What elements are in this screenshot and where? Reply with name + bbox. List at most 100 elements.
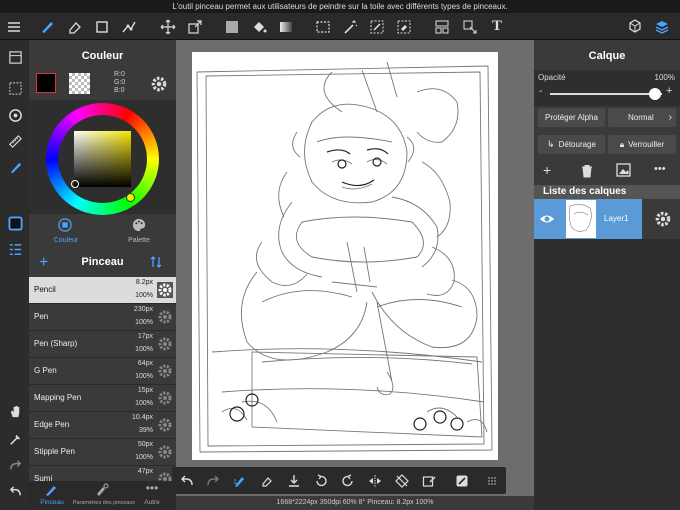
fill-color-icon[interactable] [221, 13, 243, 40]
brush-opacity: 100% [135, 319, 153, 326]
grip-icon[interactable] [480, 467, 504, 494]
brush-settings-gear-icon[interactable] [157, 444, 173, 460]
quick-redo-icon[interactable] [201, 467, 225, 494]
delete-layer-icon[interactable] [580, 164, 594, 178]
eraser-tool-icon[interactable] [64, 13, 86, 40]
color-settings-gear-icon[interactable] [150, 75, 168, 93]
navigator-icon[interactable] [4, 46, 26, 68]
brush-size: 47px [137, 468, 153, 475]
blend-mode-label: Normal [628, 113, 654, 122]
canvas-page[interactable] [192, 52, 498, 460]
brush-row[interactable]: Mapping Pen 15px 100% [29, 385, 176, 412]
quick-eraser-icon[interactable] [255, 467, 279, 494]
bucket-tool-icon[interactable] [248, 13, 270, 40]
selection-eraser-icon[interactable] [393, 13, 415, 40]
opacity-slider-thumb[interactable] [649, 88, 661, 100]
brush-panel: + Pinceau Pencil 8.2px 100% Pen 230px 100% Pen… [29, 247, 176, 510]
brush-settings-gear-icon[interactable] [157, 282, 173, 298]
quick-undo-icon[interactable] [175, 467, 199, 494]
brush-settings-gear-icon[interactable] [157, 363, 173, 379]
hand-tool-icon[interactable] [4, 400, 26, 422]
brush-settings-gear-icon[interactable] [157, 417, 173, 433]
palette-tab-label[interactable]: Palette [118, 237, 160, 244]
brush-opacity: 39% [138, 427, 153, 434]
undo-icon[interactable] [4, 480, 26, 502]
selection-pen-icon[interactable] [366, 13, 388, 40]
reset-view-icon[interactable] [390, 467, 414, 494]
select-layer-icon[interactable] [459, 13, 481, 40]
frame-divider-icon[interactable] [431, 13, 453, 40]
eyedropper-icon[interactable] [4, 428, 26, 450]
brush-settings-gear-icon[interactable] [157, 471, 173, 481]
clipping-button[interactable]: ↳ Détourage [538, 135, 605, 154]
brush-settings-gear-icon[interactable] [157, 390, 173, 406]
primary-color-swatch[interactable] [36, 73, 56, 93]
brush-settings-gear-icon[interactable] [157, 309, 173, 325]
brush-settings-gear-icon[interactable] [157, 336, 173, 352]
rectangle-tool-icon[interactable] [91, 13, 113, 40]
blend-mode-select[interactable]: Normal › [608, 108, 676, 127]
layer-more-icon[interactable]: ••• [654, 163, 666, 175]
flip-horizontal-icon[interactable] [363, 467, 387, 494]
more-icon[interactable]: ••• [144, 482, 160, 497]
chevron-right-icon: › [668, 112, 672, 123]
clear-selection-icon[interactable] [417, 467, 441, 494]
brush-row[interactable]: G Pen 64px 100% [29, 358, 176, 385]
edit-canvas-icon[interactable] [450, 467, 474, 494]
color-tab-icon[interactable] [58, 218, 73, 233]
text-tool-icon[interactable]: T [486, 13, 508, 40]
redo-icon[interactable] [4, 454, 26, 476]
brush-tab-icon[interactable] [44, 483, 58, 497]
opacity-slider-track[interactable] [550, 93, 662, 95]
selection-panel-icon[interactable] [4, 77, 26, 99]
layers-icon[interactable] [651, 13, 673, 40]
move-tool-icon[interactable] [157, 13, 179, 40]
brush-tool-icon[interactable] [36, 13, 58, 40]
brush-params-icon[interactable] [95, 483, 109, 497]
brush-row[interactable]: Pencil 8.2px 100% [29, 277, 176, 304]
saturation-value-square[interactable] [74, 131, 131, 187]
sv-picker-handle[interactable] [71, 180, 79, 188]
sort-brushes-icon[interactable] [149, 255, 163, 269]
add-layer-icon[interactable]: + [543, 162, 551, 178]
brush-row[interactable]: Pen (Sharp) 17px 100% [29, 331, 176, 358]
brush-row[interactable]: Edge Pen 10.4px 39% [29, 412, 176, 439]
layer-settings-gear-icon[interactable] [654, 210, 672, 228]
transparent-color-swatch[interactable] [69, 73, 90, 94]
brush-row[interactable]: Pen 230px 100% [29, 304, 176, 331]
vector-tool-icon[interactable] [118, 13, 140, 40]
color-tab-label[interactable]: Couleur [45, 237, 87, 244]
rotate-left-icon[interactable] [309, 467, 333, 494]
ruler-icon[interactable] [4, 130, 26, 152]
color-swatch-icon[interactable] [4, 212, 26, 234]
brush-row[interactable]: Stipple Pen 50px 100% [29, 439, 176, 466]
other-tab-label[interactable]: Autre [138, 499, 166, 506]
menu-icon[interactable] [3, 13, 25, 40]
clipping-label: Détourage [558, 140, 596, 149]
gradient-tool-icon[interactable] [275, 13, 297, 40]
opacity-decrease-button[interactable]: - [539, 86, 542, 97]
brush-params-label[interactable]: Paramètres des pinceaux [70, 500, 138, 506]
transform-tool-icon[interactable] [184, 13, 206, 40]
rotate-right-icon[interactable] [336, 467, 360, 494]
hue-picker-handle[interactable] [126, 193, 135, 202]
selection-tool-icon[interactable] [312, 13, 334, 40]
layer-list-icon[interactable] [4, 238, 26, 260]
brush-panel-icon[interactable] [4, 156, 26, 178]
brush-tab-label[interactable]: Pinceau [33, 499, 71, 506]
materials-icon[interactable] [624, 13, 646, 40]
opacity-increase-button[interactable]: + [666, 85, 672, 97]
add-brush-icon[interactable]: + [39, 254, 48, 272]
protect-alpha-button[interactable]: Protéger Alpha [538, 108, 605, 127]
visibility-eye-icon[interactable] [539, 212, 555, 226]
add-image-layer-icon[interactable] [616, 163, 632, 178]
brush-row[interactable]: Sumi 47px [29, 466, 176, 481]
save-download-icon[interactable] [282, 467, 306, 494]
magic-wand-icon[interactable] [339, 13, 361, 40]
stabilizer-icon[interactable] [228, 467, 252, 494]
snap-icon[interactable] [4, 104, 26, 126]
red-value: R:0 [114, 71, 125, 78]
canvas-area[interactable] [176, 40, 534, 510]
palette-tab-icon[interactable] [132, 218, 147, 233]
lock-button[interactable]: 🔒︎ Verrouiller [608, 135, 676, 154]
